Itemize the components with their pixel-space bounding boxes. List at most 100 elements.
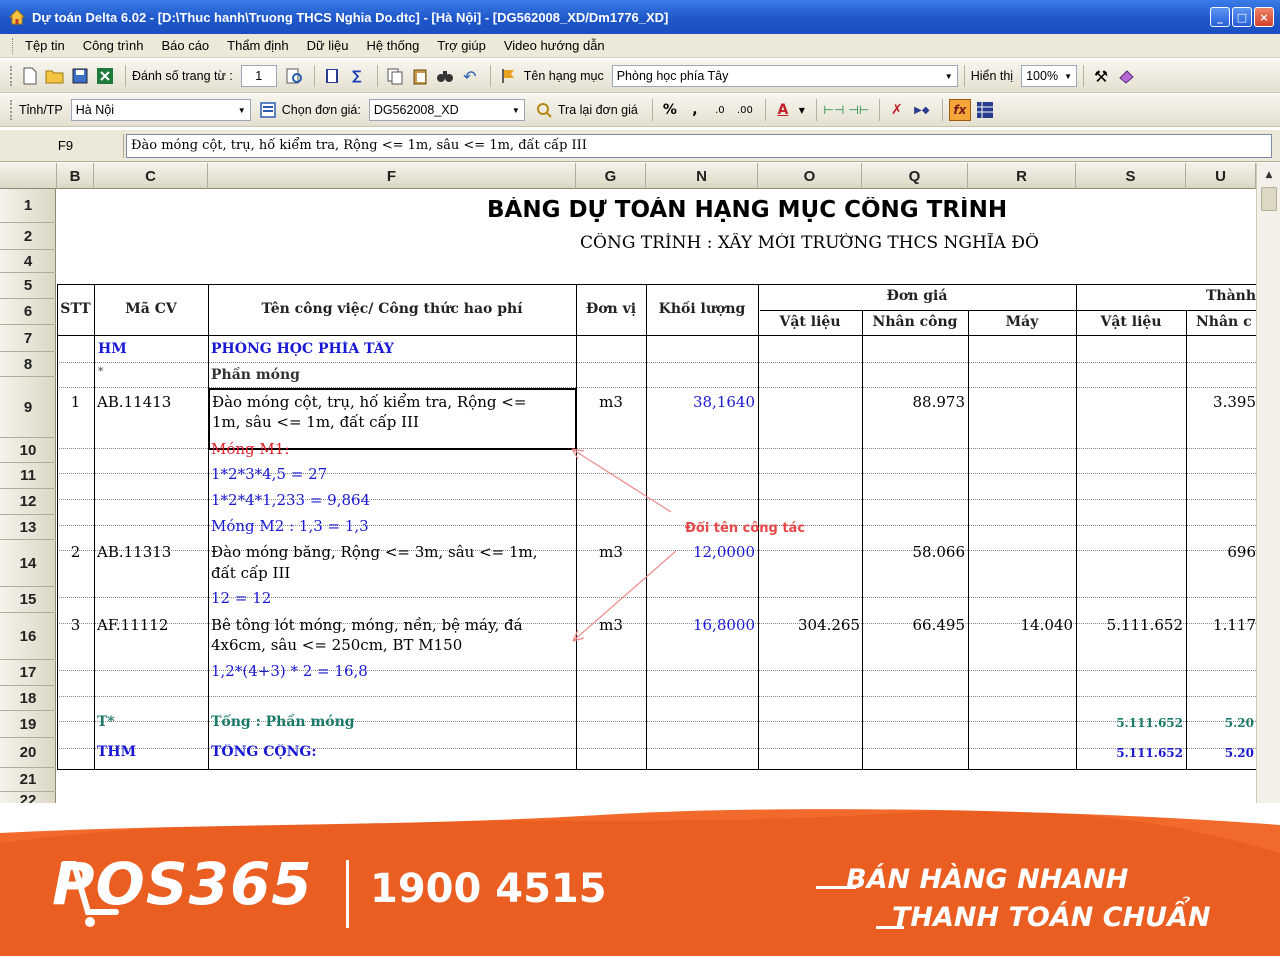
column-header-n[interactable]: N bbox=[646, 163, 758, 189]
comma-button[interactable]: , bbox=[684, 99, 706, 121]
row-header[interactable]: 14 bbox=[0, 540, 56, 587]
row-header[interactable]: 1 bbox=[0, 189, 56, 223]
menu-system[interactable]: Hệ thống bbox=[367, 38, 420, 53]
decrease-decimal-icon[interactable]: .00 bbox=[734, 99, 756, 121]
excel-export-icon[interactable] bbox=[94, 65, 116, 87]
column-expand-icon[interactable]: ⊣⊢ bbox=[848, 99, 870, 121]
slogan-line-2: THANH TOÁN CHUẨN bbox=[892, 902, 1211, 933]
row-header[interactable]: 4 bbox=[0, 250, 56, 273]
row-header[interactable]: 17 bbox=[0, 660, 56, 686]
maximize-button[interactable]: □ bbox=[1232, 7, 1252, 27]
column-header-g[interactable]: G bbox=[576, 163, 646, 189]
new-file-icon[interactable] bbox=[19, 65, 41, 87]
row-header[interactable]: 7 bbox=[0, 325, 56, 352]
move-row-icon[interactable]: ▶◆ bbox=[911, 99, 933, 121]
scroll-up-icon[interactable]: ▲ bbox=[1261, 167, 1277, 183]
zoom-label: Hiển thị bbox=[970, 69, 1014, 83]
column-fit-icon[interactable]: ⊢⊣ bbox=[823, 99, 845, 121]
find-binoculars-icon[interactable] bbox=[434, 65, 456, 87]
chevron-down-icon[interactable]: ▼ bbox=[508, 100, 524, 120]
price-book-icon[interactable] bbox=[257, 99, 279, 121]
menu-report[interactable]: Báo cáo bbox=[161, 38, 209, 53]
item-flag-icon[interactable] bbox=[497, 65, 519, 87]
book-icon[interactable] bbox=[321, 65, 343, 87]
eraser-icon[interactable] bbox=[1115, 65, 1137, 87]
row-header[interactable]: 2 bbox=[0, 223, 56, 250]
undo-icon[interactable]: ↶ bbox=[459, 65, 481, 87]
paste-icon[interactable] bbox=[409, 65, 431, 87]
chevron-down-icon[interactable]: ▼ bbox=[797, 99, 807, 121]
row-header[interactable]: 15 bbox=[0, 587, 56, 613]
grid-view-icon[interactable] bbox=[974, 99, 996, 121]
chevron-down-icon[interactable]: ▼ bbox=[941, 66, 957, 86]
cell-reference[interactable]: F9 bbox=[8, 133, 124, 158]
window-title: Dự toán Delta 6.02 - [D:\Thuc hanh\Truon… bbox=[32, 9, 669, 25]
tools-icon[interactable]: ⚒ bbox=[1090, 65, 1112, 87]
save-icon[interactable] bbox=[69, 65, 91, 87]
menu-appraisal[interactable]: Thẩm định bbox=[227, 38, 288, 53]
close-button[interactable]: × bbox=[1254, 7, 1274, 27]
open-folder-icon[interactable] bbox=[44, 65, 66, 87]
zoom-select[interactable]: 100% ▼ bbox=[1021, 65, 1078, 87]
column-header-r[interactable]: R bbox=[968, 163, 1076, 189]
sheet-area: BẢNG DỰ TOÁN HẠNG MỤC CÔNG TRÌNH CÔNG TR… bbox=[57, 189, 1256, 803]
minimize-button[interactable]: _ bbox=[1210, 7, 1230, 27]
page-number-input[interactable]: 1 bbox=[240, 65, 277, 87]
column-header-b[interactable]: B bbox=[57, 163, 94, 189]
scroll-thumb[interactable] bbox=[1261, 187, 1277, 211]
column-header-q[interactable]: Q bbox=[862, 163, 968, 189]
menu-video-guide[interactable]: Video hướng dẫn bbox=[504, 38, 605, 53]
corner-select-all[interactable] bbox=[0, 163, 57, 189]
column-header-o[interactable]: O bbox=[758, 163, 862, 189]
row-header[interactable]: 12 bbox=[0, 489, 56, 515]
menu-grip bbox=[12, 37, 15, 54]
annotation-label: Đổi tên công tác bbox=[685, 521, 806, 536]
preview-icon[interactable] bbox=[283, 65, 305, 87]
menu-project[interactable]: Công trình bbox=[83, 38, 144, 53]
row-header[interactable]: 8 bbox=[0, 352, 56, 377]
vertical-scrollbar[interactable]: ▲ bbox=[1256, 163, 1280, 803]
menu-help[interactable]: Trợ giúp bbox=[437, 38, 486, 53]
delete-row-icon[interactable]: ✗ bbox=[886, 99, 908, 121]
column-header-c[interactable]: C bbox=[94, 163, 208, 189]
row-header[interactable]: 13 bbox=[0, 515, 56, 540]
price-lookup-icon[interactable] bbox=[533, 99, 555, 121]
column-header-s[interactable]: S bbox=[1076, 163, 1186, 189]
item-name-select[interactable]: Phòng học phía Tây ▼ bbox=[611, 65, 958, 87]
row-header[interactable]: 21 bbox=[0, 768, 56, 792]
row-header[interactable]: 9 bbox=[0, 377, 56, 438]
copy-icon[interactable] bbox=[384, 65, 406, 87]
row-header[interactable]: 11 bbox=[0, 463, 56, 489]
item-name-value: Phòng học phía Tây bbox=[616, 69, 729, 83]
unit-price-select[interactable]: DG562008_XD ▼ bbox=[368, 99, 525, 121]
menu-file[interactable]: Tệp tin bbox=[25, 38, 65, 53]
column-header-f[interactable]: F bbox=[208, 163, 576, 189]
pricing-toolbar: Tỉnh/TP Hà Nội ▼ Chọn đơn giá: DG562008_… bbox=[0, 94, 1280, 127]
percent-button[interactable]: % bbox=[659, 99, 681, 121]
toolbar-grip bbox=[10, 66, 13, 86]
row-header[interactable]: 18 bbox=[0, 686, 56, 711]
lookup-price-label[interactable]: Tra lại đơn giá bbox=[558, 103, 638, 117]
province-select[interactable]: Hà Nội ▼ bbox=[70, 99, 251, 121]
row-header[interactable]: 19 bbox=[0, 711, 56, 738]
chevron-down-icon[interactable]: ▼ bbox=[1060, 66, 1076, 86]
row-header[interactable]: 10 bbox=[0, 438, 56, 463]
column-header-u[interactable]: U bbox=[1186, 163, 1256, 189]
formula-icon[interactable]: ∑ bbox=[346, 65, 368, 87]
increase-decimal-icon[interactable]: .0 bbox=[709, 99, 731, 121]
unit-price-label: Chọn đơn giá: bbox=[281, 103, 361, 117]
row-header[interactable]: 20 bbox=[0, 738, 56, 768]
hotline-number: 1900 4515 bbox=[370, 866, 607, 912]
function-icon[interactable]: fx bbox=[948, 99, 971, 121]
column-header-bar: B C F G N O Q R S U bbox=[0, 163, 1256, 189]
chevron-down-icon[interactable]: ▼ bbox=[234, 100, 250, 120]
formula-input[interactable]: Đào móng cột, trụ, hố kiểm tra, Rộng <= … bbox=[126, 133, 1272, 158]
font-color-icon[interactable]: A bbox=[772, 99, 794, 121]
app-home-icon bbox=[8, 9, 26, 25]
row-header[interactable]: 16 bbox=[0, 613, 56, 660]
row-header[interactable]: 22 bbox=[0, 792, 56, 803]
menu-data[interactable]: Dữ liệu bbox=[307, 38, 349, 53]
row-header[interactable]: 5 bbox=[0, 273, 56, 299]
row-header[interactable]: 6 bbox=[0, 299, 56, 325]
spreadsheet-grid: B C F G N O Q R S U 1 2 4 5 6 7 8 9 10 1… bbox=[0, 163, 1280, 803]
